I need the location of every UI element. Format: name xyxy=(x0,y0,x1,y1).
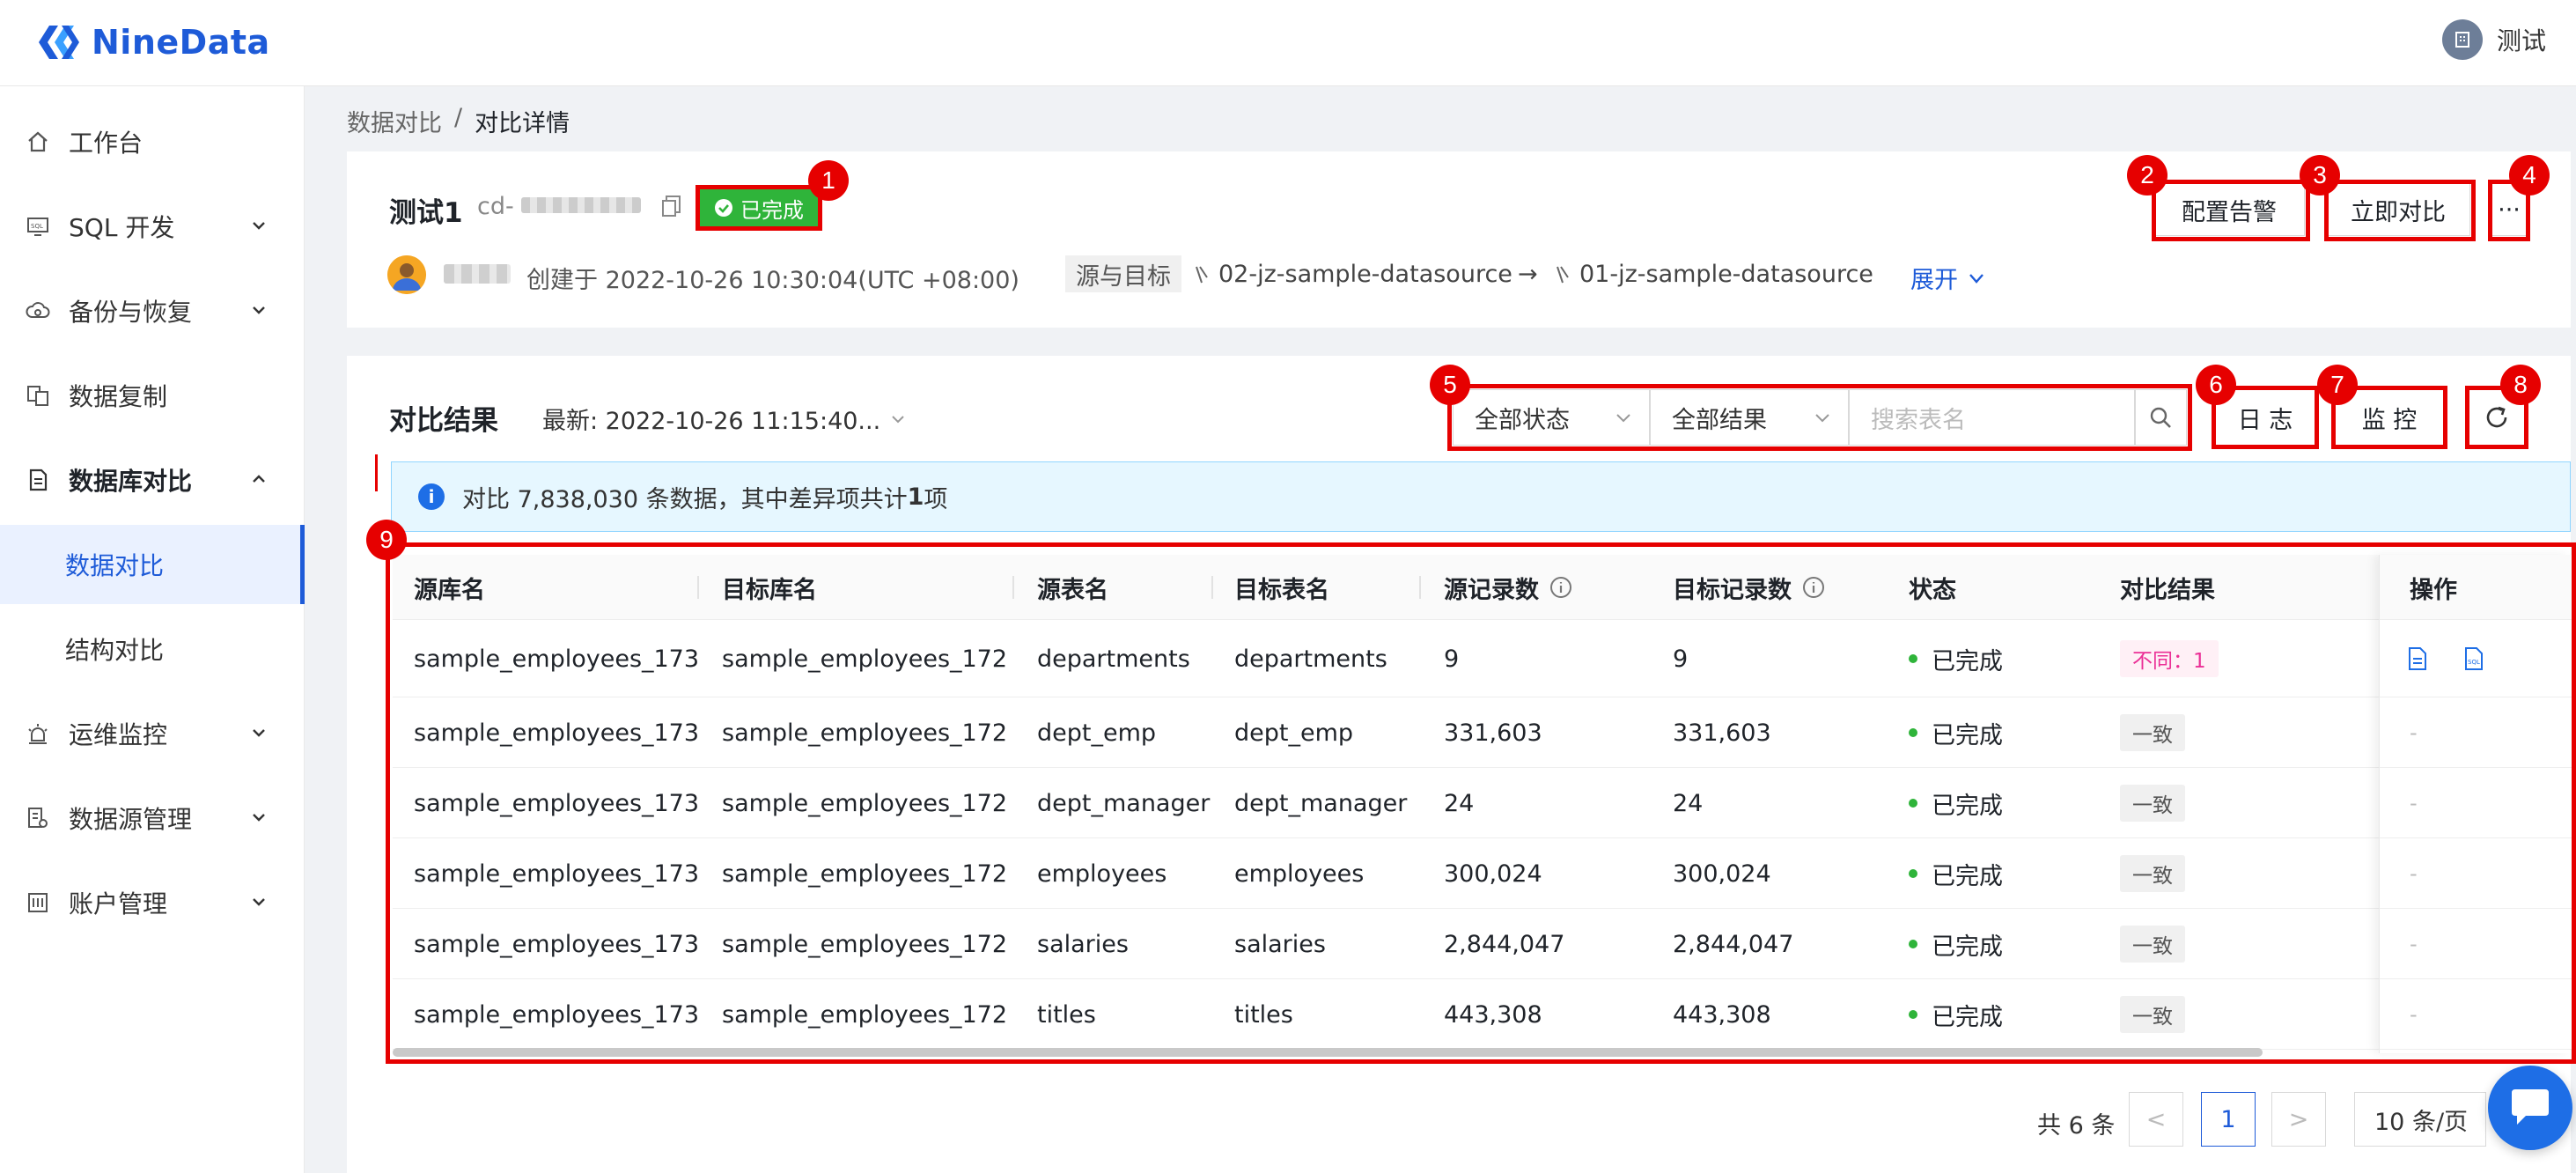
chevron-down-icon xyxy=(892,415,904,423)
building-icon xyxy=(2455,32,2469,48)
logo[interactable]: NineData xyxy=(35,16,270,69)
compare-results-card: 对比结果 最新: 2022-10-26 11:15:40... 全部状态 全部结… xyxy=(347,356,2576,1173)
db-compare-icon xyxy=(25,467,51,493)
annotation-box-2 xyxy=(2152,180,2310,241)
sidebar-item-data-compare[interactable]: 数据对比 xyxy=(0,525,305,604)
sidebar-item-label: SQL 开发 xyxy=(69,213,175,242)
datasource-link-icon xyxy=(1557,265,1569,283)
pagination-total: 共 6 条 xyxy=(2037,1112,2116,1140)
chevron-down-icon xyxy=(247,805,271,830)
annotation-box-1 xyxy=(696,185,822,231)
svg-text:SQL: SQL xyxy=(31,223,43,230)
compare-summary-alert: i 对比 7,838,030 条数据，其中差异项共计 1 项 xyxy=(391,461,2571,532)
annotation-badge-3: 3 xyxy=(2300,155,2340,196)
created-time: 创建于 2022-10-26 10:30:04(UTC +08:00) xyxy=(526,267,1019,294)
sql-icon: SQL xyxy=(25,213,51,240)
chevron-down-icon xyxy=(247,720,271,745)
annotation-box-3 xyxy=(2324,180,2476,241)
creator-name-redacted xyxy=(444,264,511,284)
sidebar: 工作台 SQL SQL 开发 备份与恢复 数据复制 数据库对比 数据对比 结构对… xyxy=(0,86,305,1173)
annotation-badge-8: 8 xyxy=(2500,365,2541,405)
arrow-right-icon: → xyxy=(1518,261,1538,288)
chevron-down-icon xyxy=(1969,273,1984,284)
task-id-redacted xyxy=(521,197,641,213)
annotation-badge-9: 9 xyxy=(366,520,407,560)
sidebar-item-datasource[interactable]: 数据源管理 xyxy=(0,778,305,858)
page-size-select[interactable]: 10 条/页 xyxy=(2354,1092,2486,1147)
info-icon: i xyxy=(418,483,445,510)
sidebar-item-label: 工作台 xyxy=(69,129,144,158)
source-datasource-name: 02-jz-sample-datasource xyxy=(1218,261,1512,288)
pagination-page-1[interactable]: 1 xyxy=(2201,1092,2256,1147)
user-avatar[interactable] xyxy=(2441,19,2483,60)
top-bar: NineData 测试 xyxy=(0,0,2576,86)
task-title: 测试1 xyxy=(389,197,463,229)
annotation-box-5 xyxy=(1447,384,2192,451)
results-title: 对比结果 xyxy=(389,405,498,437)
target-datasource[interactable]: 01-jz-sample-datasource xyxy=(1553,261,1873,288)
chevron-up-icon xyxy=(247,467,271,491)
annotation-badge-5: 5 xyxy=(1430,365,1470,405)
sidebar-item-backup[interactable]: 备份与恢复 xyxy=(0,271,305,350)
sidebar-item-label: 结构对比 xyxy=(65,636,165,665)
sidebar-item-label: 数据库对比 xyxy=(69,467,193,496)
home-icon xyxy=(25,129,51,155)
source-target-label: 源与目标 xyxy=(1065,255,1181,292)
chevron-down-icon xyxy=(247,298,271,322)
annotation-box-9 xyxy=(386,542,2576,1064)
pagination-next-button[interactable]: > xyxy=(2271,1092,2326,1147)
annotation-badge-4: 4 xyxy=(2509,155,2550,196)
annotation-badge-2: 2 xyxy=(2127,155,2168,196)
sidebar-item-account[interactable]: 账户管理 xyxy=(0,863,305,942)
expand-label: 展开 xyxy=(1910,267,1958,294)
source-datasource[interactable]: 02-jz-sample-datasource xyxy=(1192,261,1512,288)
annotation-badge-1: 1 xyxy=(808,160,849,201)
sidebar-item-label: 数据源管理 xyxy=(69,805,193,834)
task-detail-card: 测试1 cd- 已完成 1 创建于 2022-10-26 10:30:04(UT… xyxy=(347,151,2571,328)
breadcrumb: 数据对比 / 对比详情 xyxy=(347,104,570,138)
sidebar-item-db-compare[interactable]: 数据库对比 xyxy=(0,440,305,520)
chevron-down-icon xyxy=(247,213,271,238)
creator-avatar xyxy=(387,255,426,294)
account-icon xyxy=(25,889,51,916)
target-datasource-name: 01-jz-sample-datasource xyxy=(1579,261,1873,288)
sidebar-item-structure-compare[interactable]: 结构对比 xyxy=(0,609,305,689)
copy-data-icon xyxy=(25,382,51,409)
pagination-prev-button[interactable]: < xyxy=(2129,1092,2183,1147)
red-marker xyxy=(375,454,378,491)
sidebar-item-label: 备份与恢复 xyxy=(69,298,193,327)
sidebar-item-monitoring[interactable]: 运维监控 xyxy=(0,694,305,773)
user-name[interactable]: 测试 xyxy=(2497,22,2546,57)
latest-run-text: 最新: 2022-10-26 11:15:40... xyxy=(542,408,881,435)
sidebar-item-sql[interactable]: SQL SQL 开发 xyxy=(0,187,305,266)
brand-name: NineData xyxy=(92,23,270,62)
sidebar-item-replication[interactable]: 数据复制 xyxy=(0,356,305,435)
latest-run-select[interactable]: 最新: 2022-10-26 11:15:40... xyxy=(542,402,907,436)
task-id: cd- xyxy=(477,193,514,220)
alarm-icon xyxy=(25,720,51,747)
sidebar-item-label: 账户管理 xyxy=(69,889,168,918)
sidebar-item-label: 数据复制 xyxy=(69,382,168,411)
chat-icon xyxy=(2512,1089,2549,1125)
summary-suffix: 项 xyxy=(924,485,948,513)
breadcrumb-separator: / xyxy=(454,104,463,131)
copy-icon[interactable] xyxy=(660,194,687,220)
sidebar-item-label: 数据对比 xyxy=(65,551,165,580)
cloud-backup-icon xyxy=(25,298,51,324)
datasource-icon xyxy=(25,805,51,831)
chevron-down-icon xyxy=(247,889,271,914)
annotation-badge-7: 7 xyxy=(2317,365,2358,405)
breadcrumb-current: 对比详情 xyxy=(475,110,570,137)
sidebar-item-label: 运维监控 xyxy=(69,720,168,749)
expand-button[interactable]: 展开 xyxy=(1910,261,1986,295)
user-menu[interactable]: 测试 xyxy=(2441,19,2546,60)
annotation-badge-6: 6 xyxy=(2196,365,2236,405)
chat-support-button[interactable] xyxy=(2488,1066,2572,1150)
ninedata-logo-icon xyxy=(39,26,79,59)
breadcrumb-parent[interactable]: 数据对比 xyxy=(347,104,442,138)
summary-text: 对比 7,838,030 条数据，其中差异项共计 xyxy=(462,485,908,513)
sidebar-item-workbench[interactable]: 工作台 xyxy=(0,102,305,181)
datasource-link-icon xyxy=(1196,265,1208,283)
diff-count: 1 xyxy=(907,483,924,511)
